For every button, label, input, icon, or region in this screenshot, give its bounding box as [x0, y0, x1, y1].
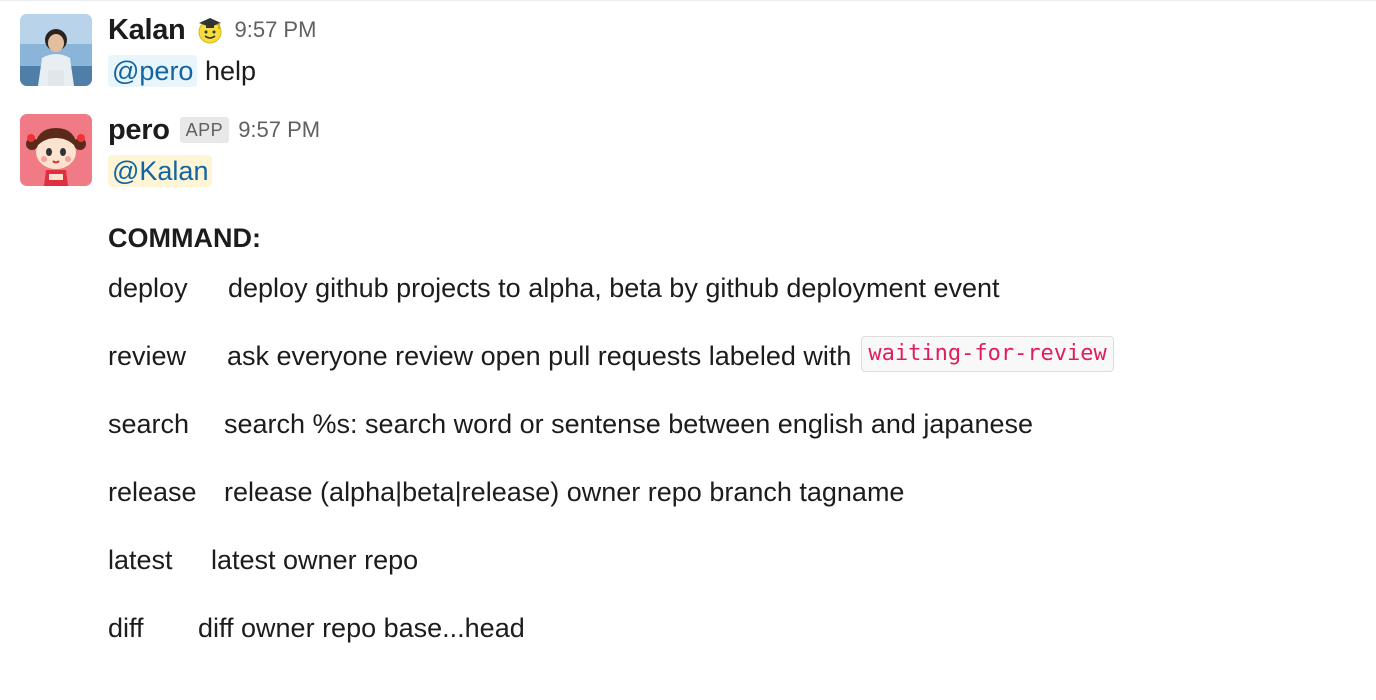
top-divider [0, 0, 1376, 1]
command-name: latest [108, 545, 173, 575]
command-name: search [108, 409, 190, 439]
message-pero[interactable]: pero APP 9:57 PM @Kalan COMMAND: deploy … [20, 114, 1114, 666]
graduate-face-emoji-icon[interactable] [195, 15, 225, 45]
command-name: release [108, 477, 197, 507]
command-description: release (alpha|beta|release) owner repo … [224, 477, 905, 507]
command-row-review: review ask everyone review open pull req… [108, 326, 1114, 394]
app-badge: APP [179, 117, 230, 143]
message-content: help [204, 56, 257, 86]
kalan-avatar[interactable] [20, 14, 92, 86]
command-row-search: search search %s: search word or sentens… [108, 394, 1114, 462]
command-name: diff [108, 613, 144, 643]
message-text: @pero help [108, 51, 316, 91]
message-timestamp[interactable]: 9:57 PM [238, 117, 320, 143]
command-row-release: release release (alpha|beta|release) own… [108, 462, 1114, 530]
command-name: deploy [108, 273, 188, 303]
message-timestamp[interactable]: 9:57 PM [234, 17, 316, 43]
message-kalan[interactable]: Kalan 9:57 PM @pero help [20, 14, 316, 91]
mention-kalan[interactable]: @Kalan [108, 155, 213, 187]
command-description: latest owner repo [211, 545, 419, 575]
command-row-latest: latest latest owner repo [108, 530, 1114, 598]
message-text: @Kalan [108, 151, 1114, 191]
sender-name[interactable]: pero [108, 114, 170, 147]
sender-name[interactable]: Kalan [108, 14, 186, 47]
command-row-deploy: deploy deploy github projects to alpha, … [108, 258, 1114, 326]
command-description: search %s: search word or sentense betwe… [224, 409, 1033, 439]
pero-avatar[interactable] [20, 114, 92, 186]
command-heading: COMMAND: [108, 223, 261, 253]
command-description: ask everyone review open pull requests l… [227, 341, 852, 371]
command-name: review [108, 341, 187, 371]
command-description: deploy github projects to alpha, beta by… [228, 273, 1000, 303]
mention-pero[interactable]: @pero [108, 55, 198, 87]
command-description: diff owner repo base...head [198, 613, 525, 643]
inline-code-label: waiting-for-review [861, 336, 1114, 372]
command-row-diff: diff diff owner repo base...head [108, 598, 1114, 666]
